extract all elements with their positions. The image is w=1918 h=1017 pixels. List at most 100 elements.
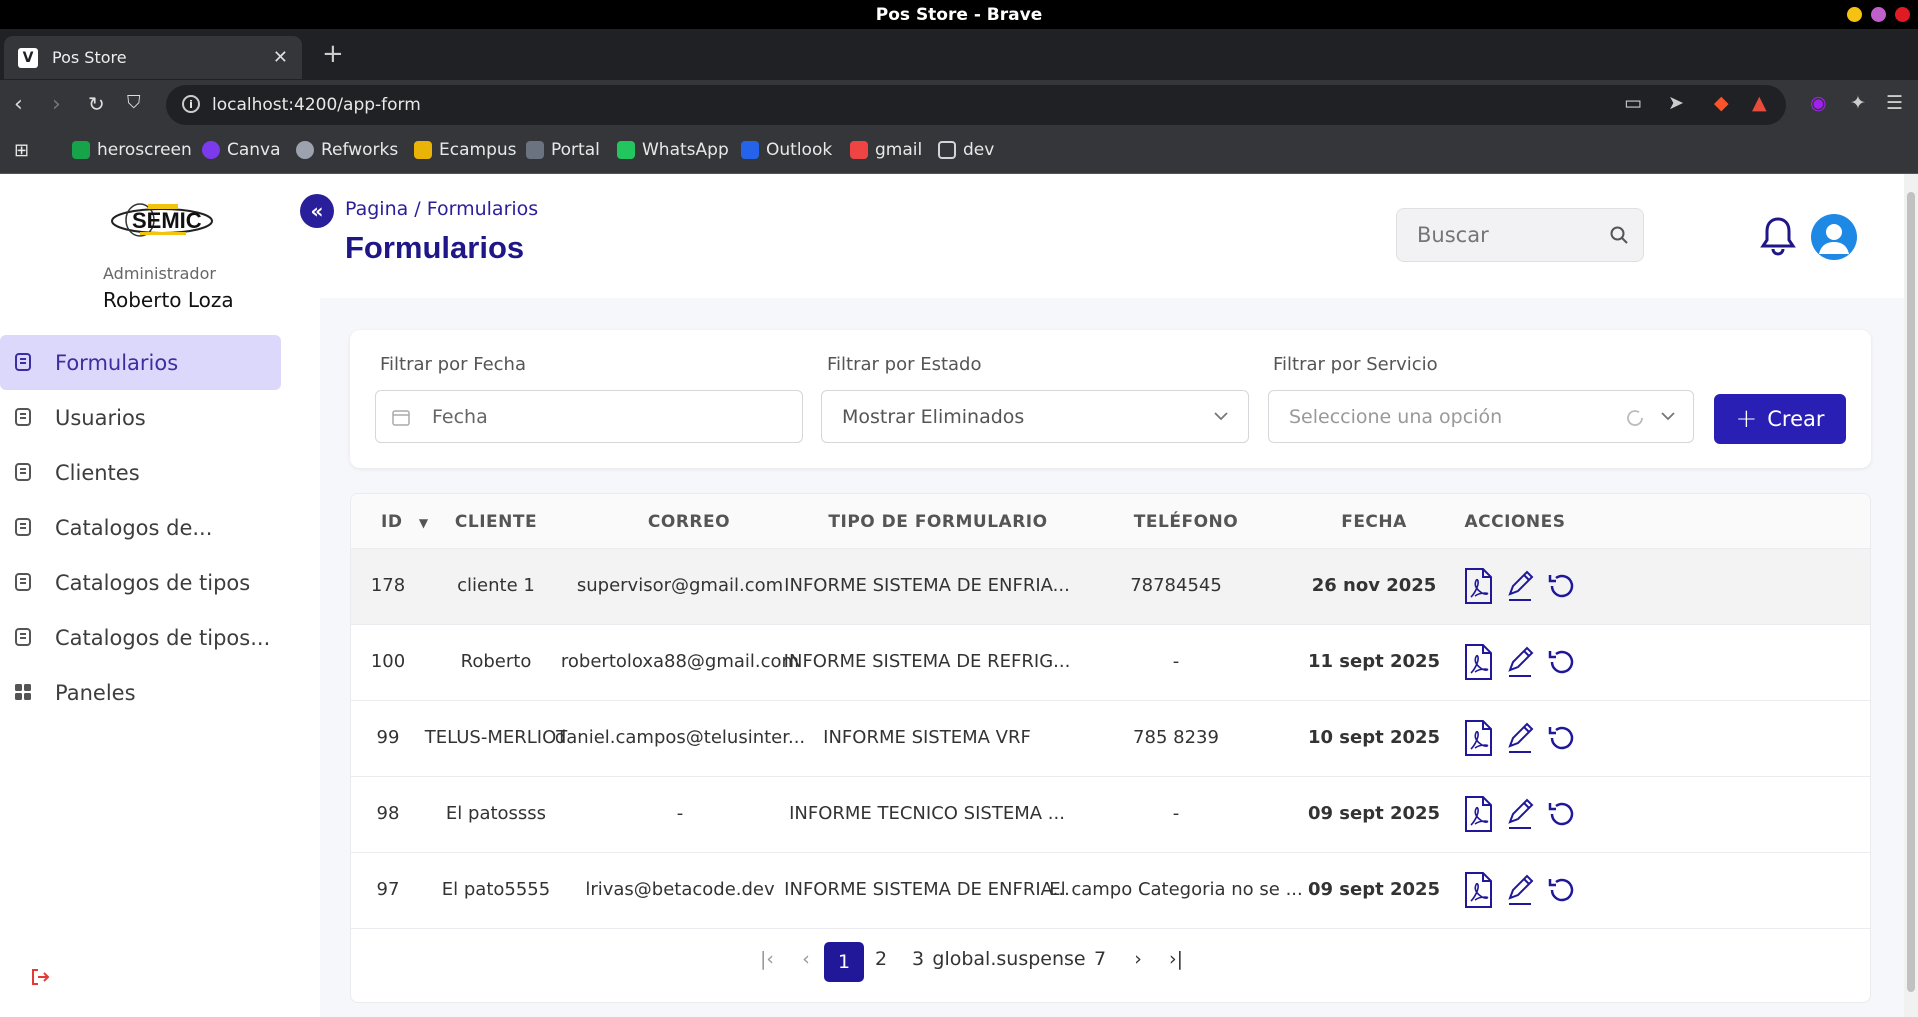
bookmark-outlook[interactable]: Outlook [741, 140, 832, 160]
maximize-button[interactable] [1871, 7, 1886, 22]
search-box[interactable] [1396, 208, 1644, 262]
column-header-id[interactable]: ID ▼ [381, 512, 429, 532]
prev-page-icon[interactable]: ‹ [802, 948, 810, 970]
sidebar-item-catalogos-tipos-2[interactable]: Catalogos de tipos... [0, 610, 281, 665]
restore-icon[interactable] [1544, 643, 1578, 681]
close-tab-icon[interactable]: ✕ [273, 47, 288, 68]
bookmark-dev[interactable]: dev [938, 140, 994, 160]
date-filter-input[interactable]: Fecha [375, 390, 803, 443]
brave-rewards-icon[interactable]: ▲ [1752, 92, 1767, 114]
double-chevron-left-icon: « [310, 199, 324, 223]
sidebar-item-paneles[interactable]: Paneles [0, 665, 281, 720]
cell-tipo: INFORME SISTEMA DE REFRIG... [783, 651, 1071, 672]
cast-icon[interactable]: ▭ [1624, 92, 1642, 114]
bookmark-ecampus[interactable]: Ecampus [414, 140, 517, 160]
sidebar-item-catalogos[interactable]: Catalogos de... [0, 500, 281, 555]
bookmark-canva[interactable]: Canva [202, 140, 281, 160]
pdf-icon[interactable] [1461, 871, 1495, 909]
minimize-button[interactable] [1847, 7, 1862, 22]
back-icon[interactable]: ‹ [14, 92, 23, 117]
logout-icon[interactable] [30, 967, 50, 987]
bookmark-portal[interactable]: Portal [526, 140, 600, 160]
extensions-icon[interactable]: ✦ [1850, 92, 1866, 114]
bookmark-gmail[interactable]: gmail [850, 140, 922, 160]
cell-tipo: INFORME SISTEMA VRF [823, 727, 1031, 748]
menu-icon[interactable]: ☰ [1886, 92, 1903, 114]
edit-icon[interactable] [1503, 795, 1537, 833]
url-field[interactable]: i localhost:4200/app-form [166, 85, 1786, 125]
create-button[interactable]: + Crear [1714, 394, 1846, 444]
tab-title: Pos Store [52, 48, 127, 67]
sidebar-item-catalogos-tipos[interactable]: Catalogos de tipos [0, 555, 281, 610]
page-ellipsis[interactable]: global.suspense [932, 948, 1085, 970]
column-header-fecha: FECHA [1341, 512, 1407, 532]
portal-icon [526, 141, 544, 159]
scrollbar-thumb[interactable] [1907, 192, 1915, 992]
restore-icon[interactable] [1544, 719, 1578, 757]
sidebar-menu: Formularios Usuarios Clientes Catalogos … [0, 335, 320, 720]
forward-icon[interactable]: › [52, 92, 61, 117]
bookmark-whatsapp[interactable]: WhatsApp [617, 140, 729, 160]
page-button-current[interactable]: 1 [824, 942, 864, 982]
column-header-cliente: CLIENTE [454, 512, 538, 532]
close-window-button[interactable] [1895, 7, 1910, 22]
search-input[interactable] [1417, 223, 1597, 247]
sidebar-item-usuarios[interactable]: Usuarios [0, 390, 281, 445]
browser-tab[interactable]: V Pos Store ✕ [4, 36, 302, 79]
page-title: Formularios [345, 230, 525, 265]
sidebar-item-formularios[interactable]: Formularios [0, 335, 281, 390]
brave-shields-icon[interactable]: ◆ [1714, 92, 1729, 114]
sidebar-item-clientes[interactable]: Clientes [0, 445, 281, 500]
table-row: 100 Roberto robertoloxa88@gmail.com INFORME… [351, 625, 1870, 701]
plus-icon: + [1735, 404, 1758, 434]
send-icon[interactable]: ➤ [1668, 92, 1684, 114]
bookmark-heroscreen[interactable]: heroscreen [72, 140, 192, 160]
cell-id: 100 [370, 651, 406, 672]
reload-icon[interactable]: ↻ [88, 92, 105, 116]
pdf-icon[interactable] [1461, 795, 1495, 833]
url-text: localhost:4200/app-form [212, 95, 421, 115]
pdf-icon[interactable] [1461, 643, 1495, 681]
last-page-icon[interactable]: ›| [1169, 948, 1183, 970]
avatar[interactable] [1811, 214, 1857, 260]
new-tab-button[interactable]: + [322, 39, 344, 69]
vpn-icon[interactable]: ◉ [1810, 92, 1827, 114]
page-button[interactable]: 3 [912, 948, 924, 970]
restore-icon[interactable] [1544, 795, 1578, 833]
first-page-icon[interactable]: |‹ [760, 948, 774, 970]
sidebar-item-label: Catalogos de tipos [55, 570, 251, 595]
page-button[interactable]: 7 [1094, 948, 1106, 970]
cell-id: 98 [376, 803, 400, 824]
site-info-icon[interactable]: i [182, 95, 200, 113]
cell-fecha: 09 sept 2025 [1307, 803, 1441, 824]
document-icon [15, 353, 31, 371]
edit-icon[interactable] [1503, 567, 1537, 605]
edit-icon[interactable] [1503, 643, 1537, 681]
table-header: ID ▼ CLIENTE CORREO TIPO DE FORMULARIO T… [351, 494, 1870, 549]
collapse-sidebar-button[interactable]: « [300, 194, 334, 228]
tab-strip: V Pos Store ✕ + [0, 29, 1918, 80]
bell-icon[interactable] [1759, 215, 1797, 257]
edit-icon[interactable] [1503, 871, 1537, 909]
page-scrollbar[interactable] [1904, 174, 1918, 1017]
document-icon [15, 408, 31, 426]
search-icon[interactable] [1609, 225, 1629, 245]
status-filter-value: Mostrar Eliminados [842, 405, 1025, 428]
apps-grid-icon[interactable]: ⊞ [14, 140, 29, 161]
pdf-icon[interactable] [1461, 719, 1495, 757]
bookmark-icon[interactable]: ⛉ [127, 92, 141, 113]
restore-icon[interactable] [1544, 567, 1578, 605]
filters-card: Filtrar por Fecha Fecha Filtrar por Esta… [350, 330, 1871, 468]
edit-icon[interactable] [1503, 719, 1537, 757]
restore-icon[interactable] [1544, 871, 1578, 909]
next-page-icon[interactable]: › [1134, 948, 1142, 970]
cell-tipo: INFORME SISTEMA DE ENFRIA... [784, 575, 1070, 596]
bookmark-refworks[interactable]: Refworks [296, 140, 398, 160]
pdf-icon[interactable] [1461, 567, 1495, 605]
page-button[interactable]: 2 [875, 948, 887, 970]
status-filter-select[interactable]: Mostrar Eliminados [821, 390, 1249, 443]
table-row: 178 cliente 1 supervisor@gmail.com INFORME … [351, 549, 1870, 625]
table-row: 98 El patossss - INFORME TECNICO SISTEMA ..… [351, 777, 1870, 853]
table-row: 97 El pato5555 lrivas@betacode.dev INFORME … [351, 853, 1870, 929]
service-filter-select[interactable]: Seleccione una opción [1268, 390, 1694, 443]
